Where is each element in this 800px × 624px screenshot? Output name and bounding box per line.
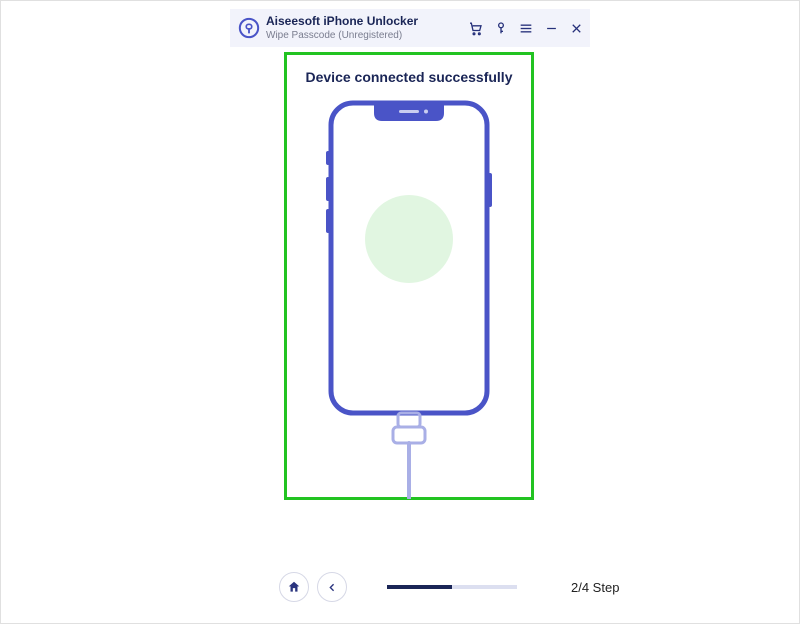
cart-icon[interactable] (468, 20, 484, 36)
close-icon[interactable] (568, 20, 584, 36)
title-bar: Aiseesoft iPhone Unlocker Wipe Passcode … (230, 9, 590, 47)
device-illustration (319, 99, 499, 504)
back-button[interactable] (317, 572, 347, 602)
key-icon[interactable] (493, 20, 509, 36)
footer-bar: 2/4 Step (1, 569, 799, 605)
main-panel-highlight: Device connected successfully (284, 52, 534, 500)
step-label: 2/4 Step (571, 580, 619, 595)
title-text-group: Aiseesoft iPhone Unlocker Wipe Passcode … (266, 15, 462, 40)
menu-icon[interactable] (518, 20, 534, 36)
step-progress-fill (387, 585, 452, 589)
app-title: Aiseesoft iPhone Unlocker (266, 15, 462, 28)
status-heading: Device connected successfully (306, 69, 513, 85)
minimize-icon[interactable] (543, 20, 559, 36)
home-button[interactable] (279, 572, 309, 602)
app-subtitle: Wipe Passcode (Unregistered) (266, 30, 462, 41)
title-actions (468, 20, 584, 36)
step-progress-track (387, 585, 517, 589)
app-logo-icon (238, 17, 260, 39)
